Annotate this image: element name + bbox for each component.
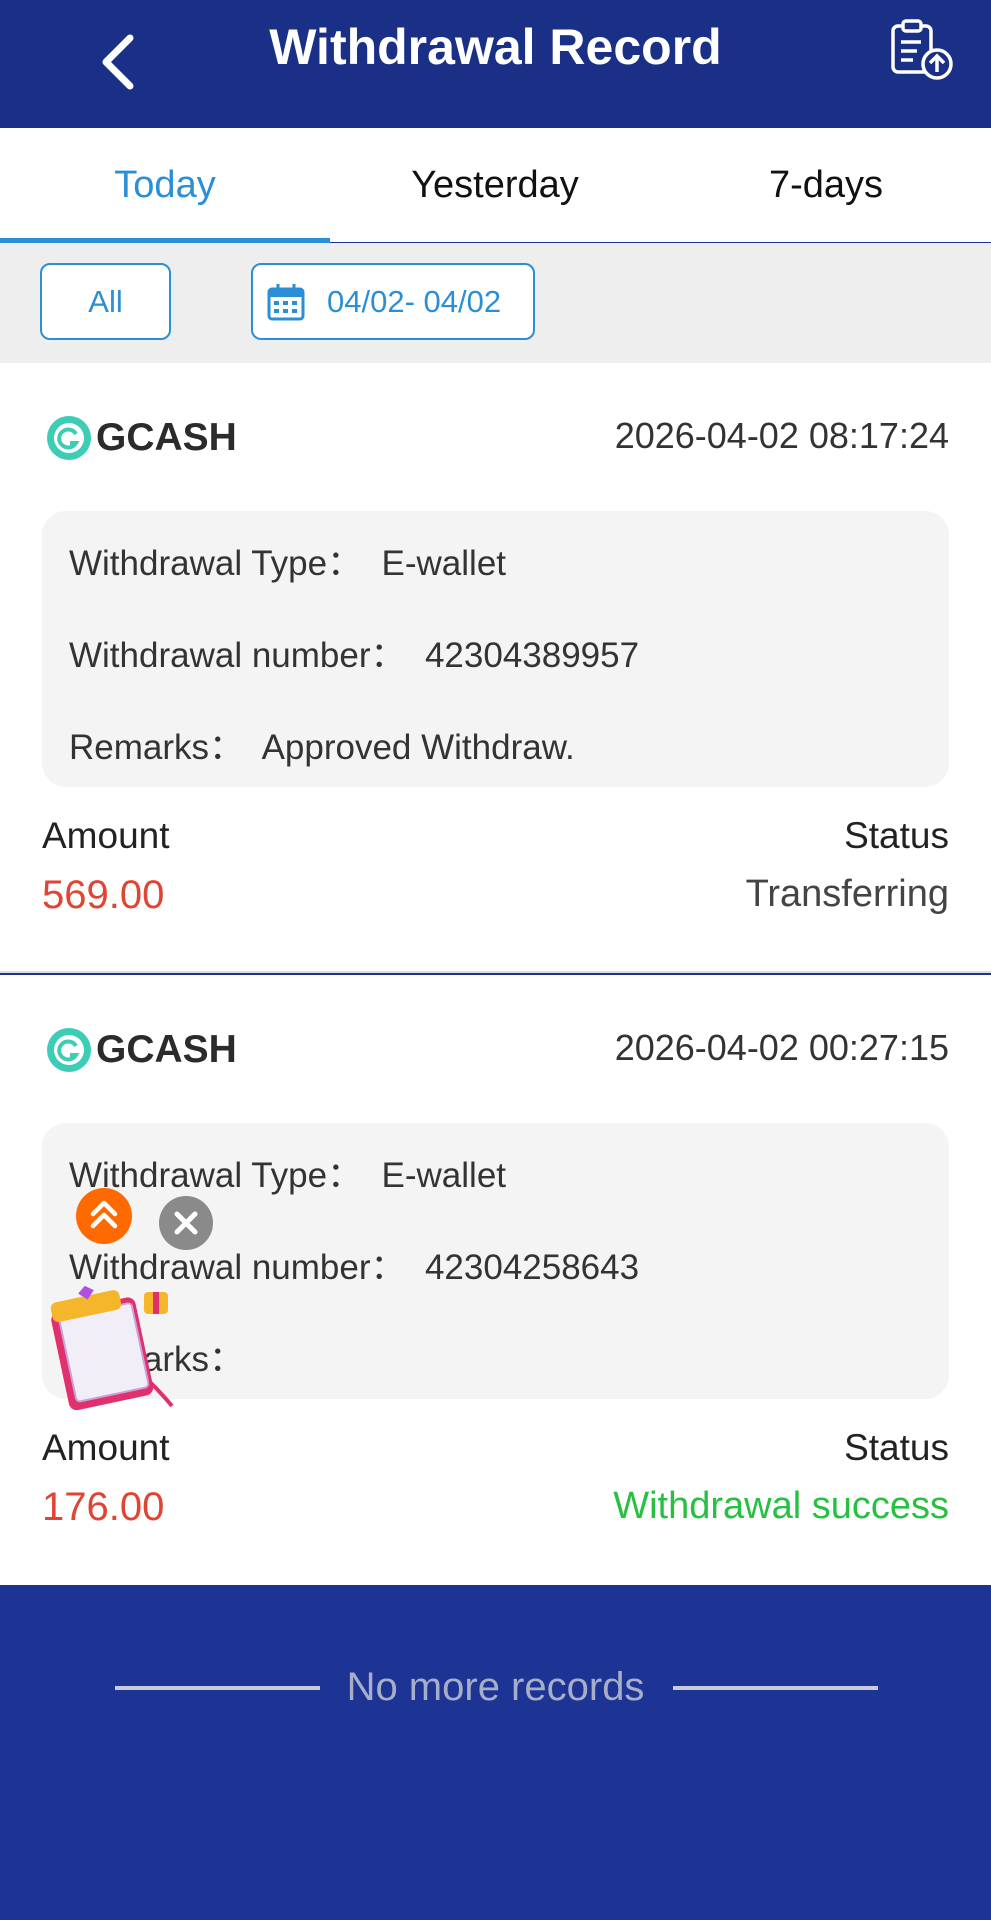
status-value: Transferring [745,873,949,915]
record-details: Withdrawal Type： E-wallet Withdrawal num… [42,511,949,787]
calendar-icon [267,283,305,320]
withdrawal-number-label: Withdrawal number： [69,636,406,675]
withdrawal-record: GCASH 2026-04-02 08:17:24 Withdrawal Typ… [0,363,991,973]
status-label: Status [844,1427,949,1468]
type-filter-label: All [88,283,123,319]
export-button[interactable] [885,18,955,82]
double-chevron-up-icon [90,1200,118,1229]
remarks-label: Remarks： [69,728,245,767]
payment-method: GCASH [96,1028,237,1071]
type-filter-button[interactable]: All [40,263,171,340]
amount-value: 569.00 [42,873,165,917]
gcash-logo-icon [47,1028,91,1072]
withdrawal-type-label: Withdrawal Type： [69,544,363,583]
withdrawal-number-row: Withdrawal number： 42304389957 [69,627,639,678]
promo-gift-button[interactable] [40,1282,180,1412]
remarks-value: Approved Withdraw. [261,728,575,767]
tab-7-days[interactable]: 7-days [661,128,991,242]
tab-yesterday[interactable]: Yesterday [330,128,660,242]
clipboard-upload-icon [891,19,953,80]
withdrawal-type-row: Withdrawal Type： E-wallet [69,1147,506,1198]
amount-value: 176.00 [42,1485,165,1529]
gcash-logo-icon [47,416,91,460]
date-range-label: 04/02- 04/02 [327,283,502,319]
status-value: Withdrawal success [613,1485,949,1527]
gift-book-icon [50,1285,174,1411]
date-tabs: Today Yesterday 7-days [0,128,991,242]
withdrawal-type-row: Withdrawal Type： E-wallet [69,535,506,586]
filter-bar: All 04/02- 04/02 [0,243,991,363]
payment-method: GCASH [96,416,237,459]
divider-line [673,1686,878,1690]
tab-today[interactable]: Today [0,128,330,242]
header-bar: Withdrawal Record [0,0,991,128]
status-label: Status [844,815,949,856]
record-time: 2026-04-02 00:27:15 [614,1027,949,1068]
amount-label: Amount [42,1427,170,1468]
close-promo-button[interactable] [159,1196,213,1250]
withdrawal-number-value: 42304258643 [424,1248,640,1287]
close-icon [174,1211,198,1235]
record-time: 2026-04-02 08:17:24 [614,415,949,456]
scroll-top-button[interactable] [76,1188,132,1244]
page-title: Withdrawal Record [269,19,722,75]
remarks-row: Remarks： Approved Withdraw. [69,719,575,770]
withdrawal-number-value: 42304389957 [424,636,640,675]
withdrawal-record: GCASH 2026-04-02 00:27:15 Withdrawal Typ… [0,975,991,1585]
list-footer: No more records [0,1585,991,1920]
withdrawal-type-value: E-wallet [381,544,507,583]
date-range-button[interactable]: 04/02- 04/02 [251,263,535,340]
amount-label: Amount [42,815,170,856]
withdrawal-type-value: E-wallet [381,1156,507,1195]
